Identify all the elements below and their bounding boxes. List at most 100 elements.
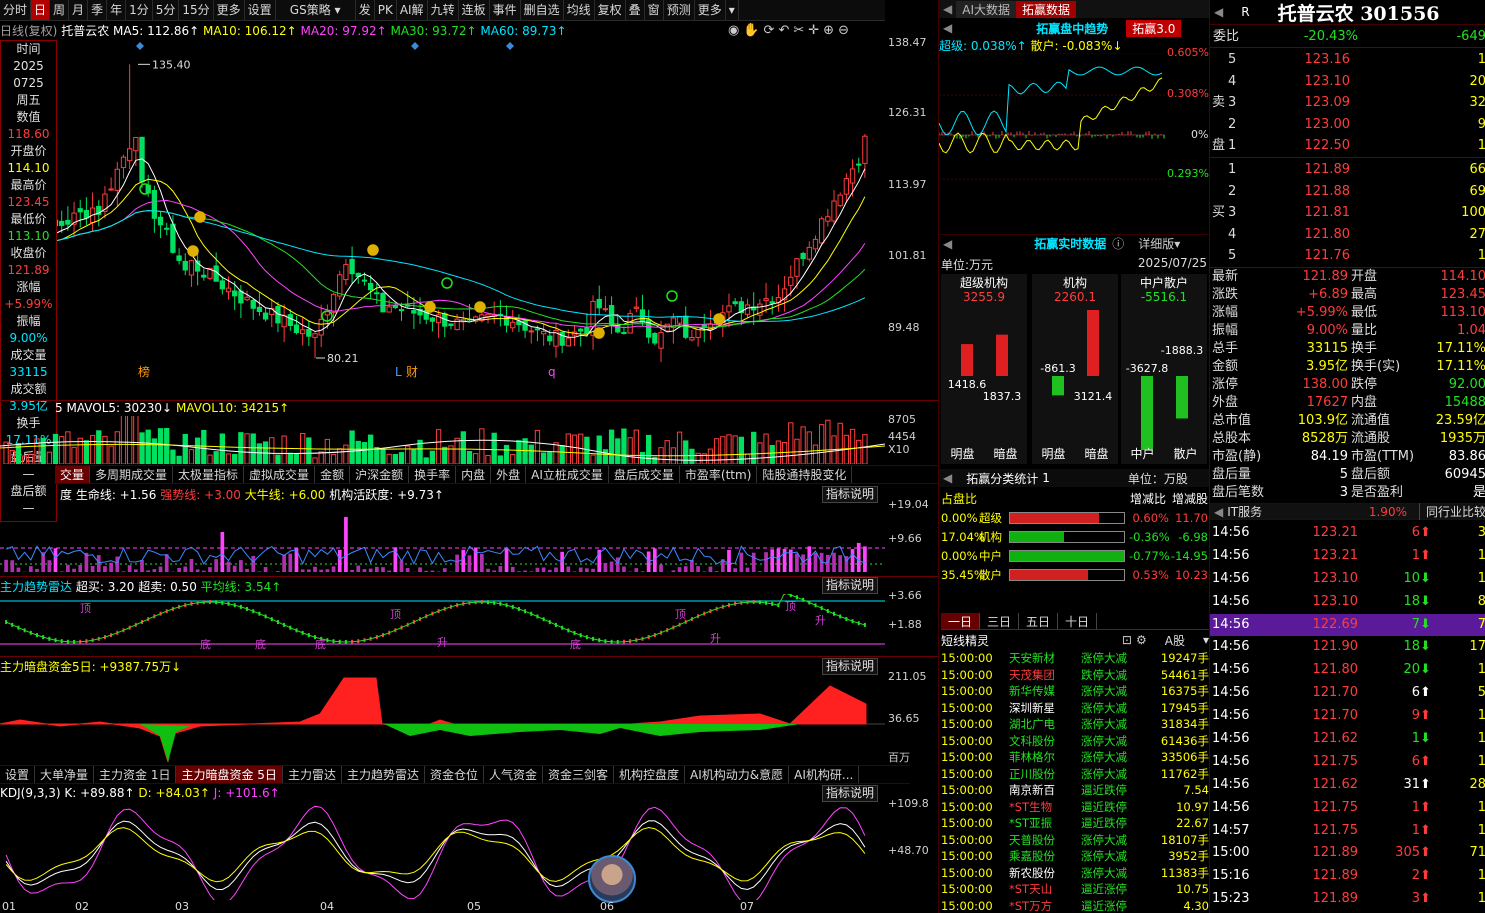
kline-chart[interactable]: 135.40 80.21 榜 L 财 q bbox=[0, 40, 885, 400]
indicator-tab[interactable]: 市盈率(ttm) bbox=[680, 466, 758, 483]
zoom-out-icon[interactable]: ⊖ bbox=[838, 23, 849, 39]
collapse-icon[interactable]: ◀ bbox=[1210, 5, 1227, 19]
indicator-tab[interactable]: 金额 bbox=[315, 466, 351, 483]
indicator-tab[interactable]: 陆股通持股变化 bbox=[757, 466, 853, 483]
eye-icon[interactable]: ◉ bbox=[728, 23, 739, 39]
refresh-icon[interactable]: ⟳ bbox=[764, 23, 775, 39]
indicator-tab[interactable]: AI机构动力&意愿 bbox=[685, 766, 790, 783]
filter-icon[interactable]: ⊡ bbox=[1122, 633, 1132, 647]
period-tab[interactable]: 设置 bbox=[245, 0, 276, 20]
period-tab[interactable]: 月 bbox=[69, 0, 89, 20]
back-icon[interactable]: ◀ bbox=[939, 471, 956, 485]
scissors-icon[interactable]: ✂ bbox=[793, 23, 804, 39]
toolbar-button[interactable]: 发 bbox=[356, 0, 375, 20]
period-tab[interactable]: 五日 bbox=[1019, 613, 1059, 629]
period-tab[interactable]: 季 bbox=[88, 0, 108, 20]
info-icon[interactable]: ⓘ bbox=[1112, 235, 1124, 252]
market-select[interactable]: A股 bbox=[1165, 632, 1185, 649]
event-stock[interactable]: 天茂集团 bbox=[1009, 667, 1081, 684]
hand-icon[interactable]: ✋ bbox=[743, 23, 759, 39]
period-tab[interactable]: 分时 bbox=[0, 0, 32, 20]
event-stock[interactable]: 天安新材 bbox=[1009, 650, 1081, 667]
chevron-down-icon[interactable]: ▾ bbox=[1174, 237, 1180, 251]
volume-chart[interactable] bbox=[0, 416, 885, 464]
event-stock[interactable]: 正川股份 bbox=[1009, 766, 1081, 783]
indicator-tab[interactable]: 大单净量 bbox=[35, 766, 95, 783]
event-stock[interactable]: 新华传媒 bbox=[1009, 683, 1081, 700]
chevron-down-icon[interactable]: ▾ bbox=[726, 0, 739, 20]
indicator-tab[interactable]: 内盘 bbox=[456, 466, 492, 483]
period-tab[interactable]: 5分 bbox=[153, 0, 180, 20]
period-tab[interactable]: 一日 bbox=[941, 613, 981, 629]
indicator-tab[interactable]: 人气资金 bbox=[484, 766, 543, 783]
indicator-tab[interactable]: 虚拟成交量 bbox=[244, 466, 316, 483]
event-stock[interactable]: 新农股份 bbox=[1009, 865, 1081, 882]
period-tab[interactable]: 1分 bbox=[126, 0, 153, 20]
strategy-select[interactable]: GS策略 ▾ bbox=[276, 0, 356, 20]
toolbar-button[interactable]: 事件 bbox=[490, 0, 521, 20]
ind3-explain-button[interactable]: 指标说明 bbox=[822, 658, 879, 675]
sector-name[interactable]: IT服务 bbox=[1227, 503, 1262, 520]
dark-fund-chart[interactable] bbox=[0, 674, 885, 764]
period-tab[interactable]: 三日 bbox=[980, 613, 1020, 629]
period-tab[interactable]: 周 bbox=[50, 0, 70, 20]
trend-radar-chart[interactable]: 顶底底底顶升 底顶升顶升 bbox=[0, 594, 885, 654]
collapse-icon[interactable]: ◀ bbox=[1210, 505, 1227, 519]
cross-icon[interactable]: ✛ bbox=[808, 23, 819, 39]
toolbar-button[interactable]: PK bbox=[375, 0, 397, 20]
tab-toying-data[interactable]: 拓赢数据 bbox=[1015, 0, 1076, 18]
indicator-tab[interactable]: 盘后成交量 bbox=[609, 466, 680, 483]
ind1-explain-button[interactable]: 指标说明 bbox=[822, 486, 879, 503]
indicator-tab[interactable]: 多周期成交量 bbox=[90, 466, 174, 483]
ind2-explain-button[interactable]: 指标说明 bbox=[822, 577, 879, 594]
indicator-tab[interactable]: 外盘 bbox=[491, 466, 527, 483]
institution-activity-chart[interactable] bbox=[0, 502, 885, 576]
gear-icon[interactable]: ⚙ bbox=[1136, 633, 1147, 647]
indicator-tab[interactable]: 设置 bbox=[0, 766, 36, 783]
period-tab-active[interactable]: 日 bbox=[31, 0, 51, 20]
toolbar-button[interactable]: 连板 bbox=[459, 0, 490, 20]
toolbar-button[interactable]: 九转 bbox=[428, 0, 459, 20]
tab-ai-bigdata[interactable]: AI大数据 bbox=[956, 0, 1016, 18]
event-stock[interactable]: 南京新百 bbox=[1009, 782, 1081, 799]
event-stock[interactable]: *ST亚振 bbox=[1009, 815, 1081, 832]
event-stock[interactable]: 深圳新星 bbox=[1009, 700, 1081, 717]
indicator-tab[interactable]: 主力趋势雷达 bbox=[342, 766, 425, 783]
avatar[interactable] bbox=[588, 855, 636, 903]
event-stock[interactable]: *ST生物 bbox=[1009, 799, 1081, 816]
indicator-tab[interactable]: 换手率 bbox=[409, 466, 457, 483]
toolbar-button[interactable]: 预测 bbox=[664, 0, 695, 20]
toolbar-button[interactable]: 叠 bbox=[626, 0, 645, 20]
indicator-tab[interactable]: 太极量指标 bbox=[173, 466, 245, 483]
event-stock[interactable]: 菲林格尔 bbox=[1009, 749, 1081, 766]
indicator-tab[interactable]: 资金三剑客 bbox=[543, 766, 615, 783]
undo-icon[interactable]: ↶ bbox=[778, 23, 789, 39]
event-stock[interactable]: *ST万方 bbox=[1009, 898, 1081, 913]
back-icon[interactable]: ◀ bbox=[939, 237, 956, 251]
toolbar-button[interactable]: 均线 bbox=[564, 0, 595, 20]
indicator-tab[interactable]: 主力雷达 bbox=[283, 766, 342, 783]
indicator-tab[interactable]: 机构控盘度 bbox=[614, 766, 686, 783]
indicator-tab[interactable]: 资金仓位 bbox=[425, 766, 484, 783]
indicator-tab[interactable]: AI机构研... bbox=[789, 766, 860, 783]
collapse-icon[interactable]: ◀ bbox=[939, 2, 956, 16]
toolbar-button[interactable]: 窗 bbox=[645, 0, 664, 20]
event-stock[interactable]: 乘嘉股份 bbox=[1009, 848, 1081, 865]
period-tab[interactable]: 更多 bbox=[214, 0, 245, 20]
toolbar-button[interactable]: AI解 bbox=[397, 0, 428, 20]
period-tab[interactable]: 十日 bbox=[1058, 613, 1098, 629]
toolbar-button[interactable]: 删自选 bbox=[521, 0, 564, 20]
indicator-tab[interactable]: 沪深金额 bbox=[350, 466, 410, 483]
event-stock[interactable]: 湖北广电 bbox=[1009, 716, 1081, 733]
event-stock[interactable]: 天普股份 bbox=[1009, 832, 1081, 849]
zoom-in-icon[interactable]: ⊕ bbox=[823, 23, 834, 39]
back-icon[interactable]: ◀ bbox=[939, 21, 956, 35]
indicator-tab[interactable]: AI立桩成交量 bbox=[526, 466, 609, 483]
trend-badge[interactable]: 拓赢3.0 bbox=[1126, 19, 1182, 37]
indicator-tab[interactable]: 主力资金 1日 bbox=[94, 766, 177, 783]
kdj-chart[interactable] bbox=[0, 800, 885, 900]
indicator-tab[interactable]: 交量 bbox=[55, 466, 91, 483]
indicator-tab[interactable]: 主力暗盘资金 5日 bbox=[176, 766, 283, 783]
detail-dropdown[interactable]: 详细版 bbox=[1138, 235, 1174, 252]
period-tab[interactable]: 年 bbox=[107, 0, 127, 20]
